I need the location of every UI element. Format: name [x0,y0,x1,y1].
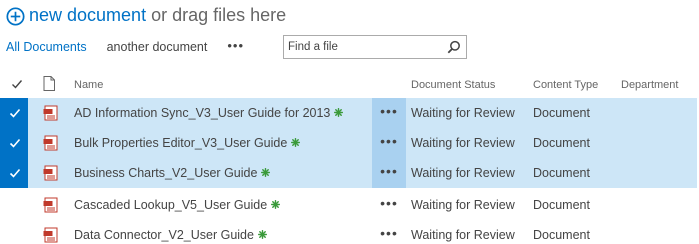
check-icon [9,138,21,148]
new-icon [291,138,301,147]
pdf-icon [43,197,58,213]
table-row[interactable]: Cascaded Lookup_V5_User Guide ••• Waiting … [0,190,697,220]
search-icon[interactable] [447,40,461,54]
new-document-bar: new document or drag files here [6,3,286,27]
column-content-type[interactable]: Content Type [533,79,598,91]
select-all-check-icon[interactable] [11,78,23,90]
document-status: Waiting for Review [411,166,515,180]
find-file-search [283,35,467,59]
content-type: Document [533,166,590,180]
pdf-icon [43,165,58,181]
document-status: Waiting for Review [411,228,515,242]
document-title-link[interactable]: Cascaded Lookup_V5_User Guide [74,198,281,212]
row-actions-button[interactable]: ••• [372,128,406,158]
row-actions-button[interactable]: ••• [372,158,406,188]
column-document-status[interactable]: Document Status [411,79,495,91]
document-title-link[interactable]: Bulk Properties Editor_V3_User Guide [74,136,301,150]
drag-files-hint: or drag files here [151,4,287,25]
pdf-icon [43,105,58,121]
check-icon [9,168,21,178]
view-all-documents[interactable]: All Documents [6,40,87,54]
content-type: Document [533,198,590,212]
pdf-icon [43,135,58,151]
row-actions-button[interactable]: ••• [372,220,406,244]
content-type: Document [533,106,590,120]
row-select-checkbox[interactable] [0,190,28,220]
more-views-button[interactable]: ••• [227,38,244,53]
document-title-link[interactable]: AD Information Sync_V3_User Guide for 20… [74,106,344,120]
content-type: Document [533,136,590,150]
row-select-checkbox[interactable] [0,220,28,244]
document-status: Waiting for Review [411,198,515,212]
view-another-document[interactable]: another document [107,40,208,54]
row-select-checkbox[interactable] [0,98,28,128]
row-select-checkbox[interactable] [0,128,28,158]
new-icon [261,168,271,177]
new-icon [334,108,344,117]
view-selector: All Documents another document ••• [6,37,244,57]
content-type: Document [533,228,590,242]
new-icon [257,230,267,239]
document-status: Waiting for Review [411,136,515,150]
search-input[interactable] [284,41,434,53]
table-row[interactable]: Business Charts_V2_User Guide ••• Waiting … [0,158,697,188]
table-row[interactable]: AD Information Sync_V3_User Guide for 20… [0,98,697,128]
list-header: Name Document Status Content Type Depart… [0,72,699,98]
add-circle-icon[interactable] [6,6,25,26]
check-icon [9,108,21,118]
document-type-icon [43,76,55,91]
column-name[interactable]: Name [74,79,103,91]
table-row[interactable]: Bulk Properties Editor_V3_User Guide ••• W… [0,128,697,158]
document-title-link[interactable]: Business Charts_V2_User Guide [74,166,271,180]
document-status: Waiting for Review [411,106,515,120]
column-department[interactable]: Department [621,79,678,91]
pdf-icon [43,227,58,243]
new-document-link[interactable]: new document [29,5,146,26]
table-row[interactable]: Data Connector_V2_User Guide ••• Waiting f… [0,220,697,244]
document-title-link[interactable]: Data Connector_V2_User Guide [74,228,267,242]
new-icon [271,200,281,209]
row-actions-button[interactable]: ••• [372,98,406,128]
row-select-checkbox[interactable] [0,158,28,188]
row-actions-button[interactable]: ••• [372,190,406,220]
